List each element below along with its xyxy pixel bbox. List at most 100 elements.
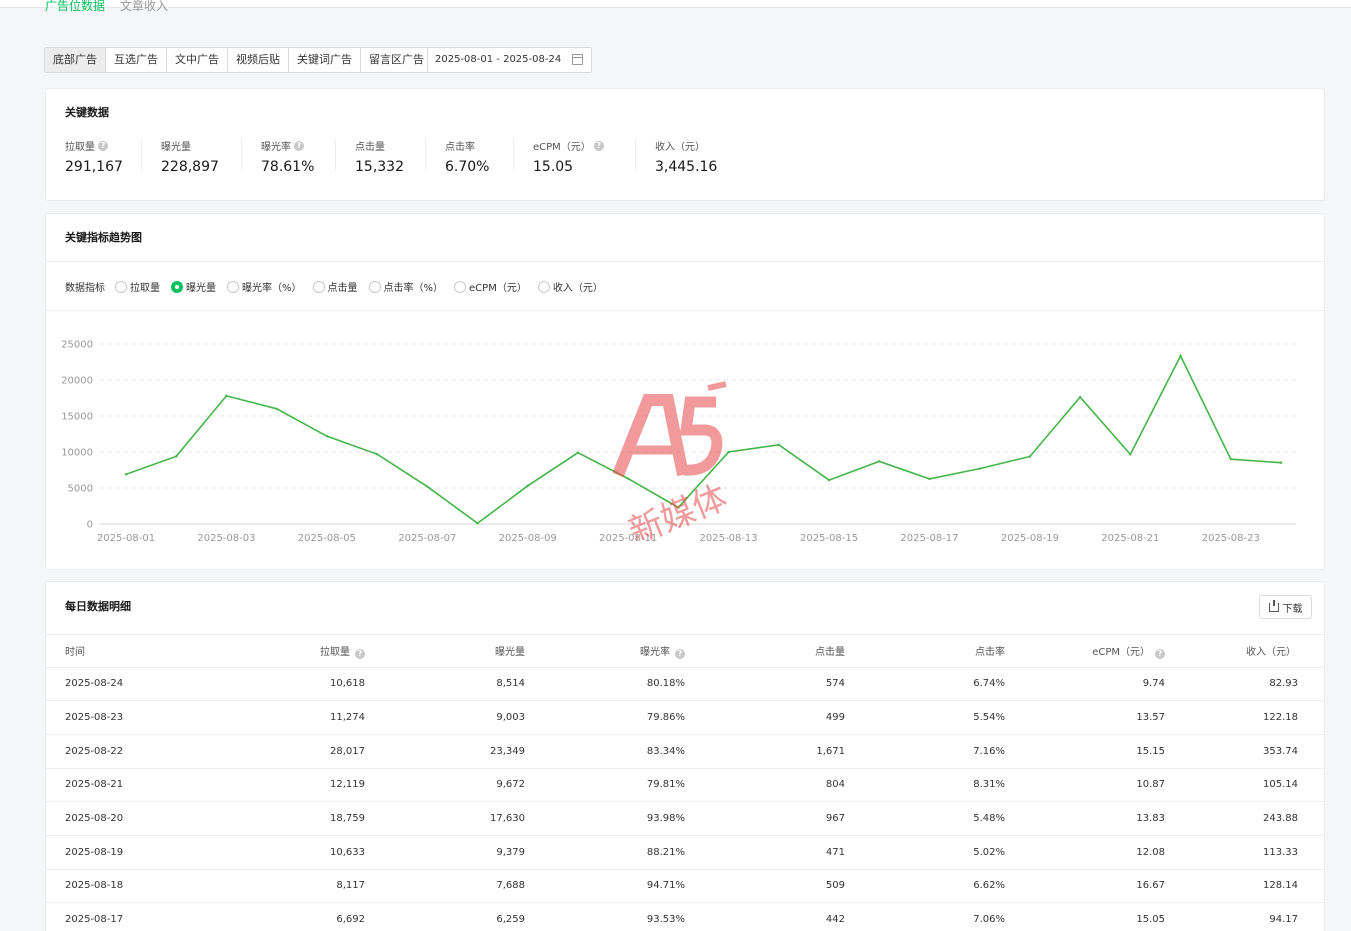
table-cell: 15.15: [1005, 734, 1165, 769]
table-cell: 9.74: [1005, 667, 1165, 702]
y-tick-label: 15000: [61, 412, 93, 423]
tab-article-income[interactable]: 文章收入: [120, 0, 168, 13]
y-tick-label: 20000: [61, 376, 93, 387]
help-icon[interactable]: ?: [593, 140, 604, 151]
data-point: [827, 478, 831, 482]
divider: [46, 310, 1324, 311]
table-cell: 509: [685, 869, 845, 904]
ad-type-tab[interactable]: 底部广告: [45, 48, 106, 72]
y-tick-label: 5000: [68, 484, 93, 495]
metric-label: 收入（元）: [655, 138, 717, 153]
table-cell: 5.54%: [845, 700, 1005, 735]
help-icon[interactable]: ?: [675, 648, 685, 659]
table-row: 2025-08-20 18,759 17,630 93.98% 967 5.48% 13.8…: [46, 801, 1324, 836]
ad-type-tab[interactable]: 互选广告: [106, 48, 167, 72]
radio-circle-icon: [227, 280, 239, 293]
table-cell: 442: [685, 902, 845, 931]
x-tick-label: 2025-08-19: [1001, 533, 1059, 544]
table-cell: 93.98%: [525, 801, 685, 836]
table-cell: 79.86%: [525, 700, 685, 735]
metric-radio[interactable]: eCPM（元）: [454, 279, 527, 294]
table-cell: 1,671: [685, 734, 845, 769]
data-point: [727, 450, 730, 454]
y-tick-label: 25000: [61, 340, 93, 351]
ad-type-tab[interactable]: 留言区广告: [361, 48, 432, 72]
help-icon[interactable]: ?: [98, 140, 108, 151]
table-row: 2025-08-22 28,017 23,349 83.34% 1,671 7.16% 15…: [46, 734, 1324, 769]
table-cell: 28,017: [241, 734, 365, 769]
top-tab-bar: 广告位数据 文章收入: [0, 0, 1351, 13]
table-cell: 13.83: [1005, 801, 1165, 836]
table-cell: 88.21%: [525, 835, 685, 870]
y-tick-label: 0: [87, 520, 93, 531]
metric-radio-label: 曝光率（%）: [242, 283, 302, 294]
metric-label-text: 收入（元）: [655, 142, 705, 153]
data-point: [1279, 461, 1283, 464]
table-cell: 10.87: [1005, 768, 1165, 803]
table-cell: 93.53%: [525, 902, 685, 931]
daily-detail-title: 每日数据明细: [65, 600, 131, 613]
metric-radio[interactable]: 点击量: [312, 279, 358, 294]
metric-value: 6.70%: [445, 159, 490, 175]
column-header-label: 收入（元）: [1246, 647, 1296, 659]
x-tick-label: 2025-08-13: [700, 533, 758, 544]
help-icon[interactable]: ?: [355, 648, 365, 659]
column-header: 点击量: [685, 635, 845, 668]
table-header-row: 时间 拉取量? 曝光量 曝光率? 点击量 点击率 eCPM（元）? 收入（元）: [46, 635, 1324, 668]
column-header-label: eCPM（元）: [1092, 646, 1150, 658]
table-cell: 13.57: [1005, 700, 1165, 735]
metric-radio[interactable]: 收入（元）: [537, 279, 603, 294]
daily-detail-card: 每日数据明细 下载 时间 拉取量? 曝光量 曝光率? 点击量 点击率 eCPM（元）? 收入（…: [45, 581, 1325, 931]
table-cell: 6,692: [241, 902, 365, 931]
metric-selector-label: 数据指标: [65, 283, 105, 294]
help-icon[interactable]: ?: [1155, 648, 1165, 659]
column-header-label: 拉取量: [320, 646, 350, 658]
download-label: 下载: [1282, 603, 1303, 615]
x-tick-label: 2025-08-17: [900, 533, 958, 544]
table-cell: 2025-08-18: [46, 869, 241, 904]
date-range-picker[interactable]: 2025-08-01 - 2025-08-24: [427, 47, 592, 73]
metric-value: 228,897: [161, 159, 219, 175]
data-point: [375, 452, 379, 456]
table-cell: 243.88: [1165, 801, 1324, 836]
metric-label-text: 曝光量: [161, 142, 191, 153]
metric-radio[interactable]: 曝光量: [171, 279, 216, 294]
metric-label: 曝光率?: [261, 138, 314, 153]
table-cell: 15.05: [1005, 902, 1165, 931]
key-metric: eCPM（元）? 15.05: [533, 138, 604, 175]
ad-type-tab[interactable]: 关键词广告: [289, 48, 361, 72]
tab-ad-slot-data[interactable]: 广告位数据: [45, 0, 105, 13]
data-point: [677, 506, 680, 509]
key-data-title: 关键数据: [65, 106, 109, 119]
table-cell: 9,672: [365, 768, 525, 803]
metric-radio-label: 曝光量: [186, 283, 216, 294]
ad-type-tab[interactable]: 视频后贴: [228, 48, 289, 72]
data-point: [1028, 455, 1032, 458]
table-cell: 6.74%: [845, 667, 1005, 702]
metric-radio[interactable]: 点击率（%）: [368, 279, 443, 294]
metric-label: 拉取量?: [65, 138, 123, 153]
key-metric: 点击量 15,332: [355, 138, 404, 175]
table-cell: 8,514: [365, 667, 525, 702]
metric-radio-label: eCPM（元）: [469, 283, 527, 294]
download-button[interactable]: 下载: [1259, 595, 1312, 619]
table-row: 2025-08-23 11,274 9,003 79.86% 499 5.54% 13.57…: [46, 700, 1324, 735]
metric-radio[interactable]: 曝光率（%）: [227, 279, 302, 294]
table-cell: 7.16%: [845, 734, 1005, 769]
metric-radio[interactable]: 拉取量: [115, 279, 160, 294]
ad-type-tab[interactable]: 文中广告: [167, 48, 228, 72]
data-point: [275, 407, 278, 410]
metric-label: 曝光量: [161, 138, 219, 153]
radio-circle-icon: [368, 280, 381, 293]
metric-divider: [241, 139, 242, 171]
key-data-card: 关键数据 拉取量? 291,167 曝光量 228,897 曝光率? 78.61% 点击量 1…: [45, 88, 1325, 201]
calendar-icon: [572, 54, 583, 65]
data-point: [225, 394, 228, 398]
data-point: [175, 455, 178, 458]
metric-label-text: eCPM（元）: [533, 142, 591, 153]
table-row: 2025-08-21 12,119 9,672 79.81% 804 8.31% 10.87…: [46, 768, 1324, 803]
column-header: 收入（元）: [1165, 635, 1324, 668]
data-point: [124, 473, 128, 476]
help-icon[interactable]: ?: [294, 140, 304, 151]
column-header: 曝光率?: [525, 635, 685, 668]
